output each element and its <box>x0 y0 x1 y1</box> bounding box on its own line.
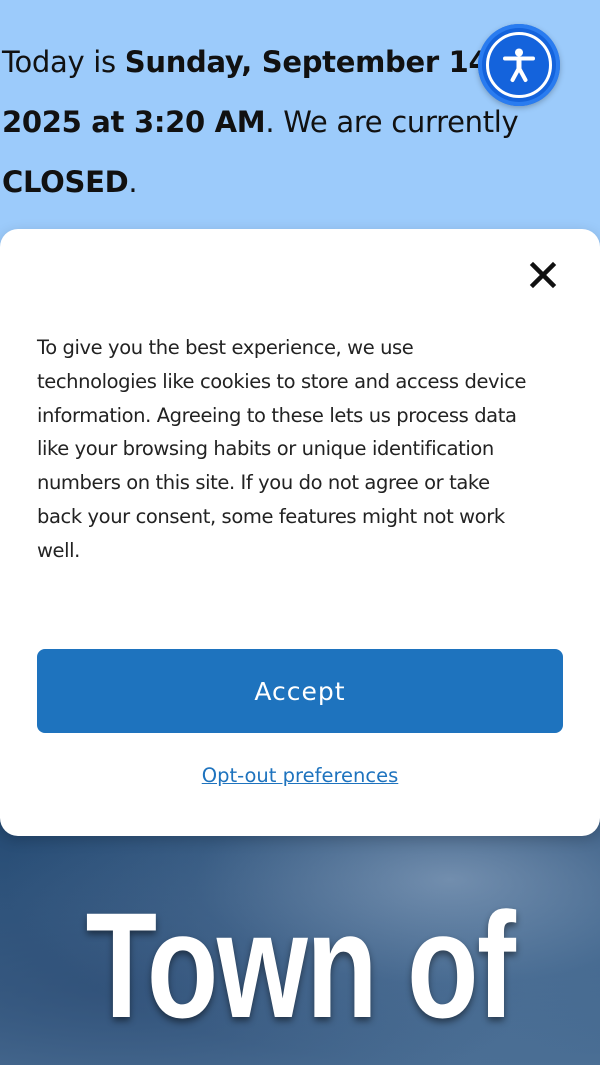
accessibility-person-icon <box>486 32 552 98</box>
accessibility-button[interactable] <box>478 24 560 106</box>
accept-button[interactable]: Accept <box>37 649 563 733</box>
hero-title: Town of <box>85 881 516 1049</box>
optout-preferences-link[interactable]: Opt-out preferences <box>0 764 600 787</box>
cookie-consent-dialog: To give you the best experience, we use … <box>0 229 600 836</box>
close-button[interactable] <box>523 255 563 295</box>
consent-message: To give you the best experience, we use … <box>37 336 527 562</box>
status-middle: . We are currently <box>265 105 519 139</box>
status-date: Sunday, September 14 <box>124 45 489 79</box>
status-state: CLOSED <box>2 165 129 199</box>
status-prefix: Today is <box>2 45 125 79</box>
hero-section: Town of <box>0 800 600 1065</box>
close-x-icon <box>529 261 557 289</box>
status-suffix: . <box>128 165 138 199</box>
status-time: 2025 at 3:20 AM <box>2 105 266 139</box>
